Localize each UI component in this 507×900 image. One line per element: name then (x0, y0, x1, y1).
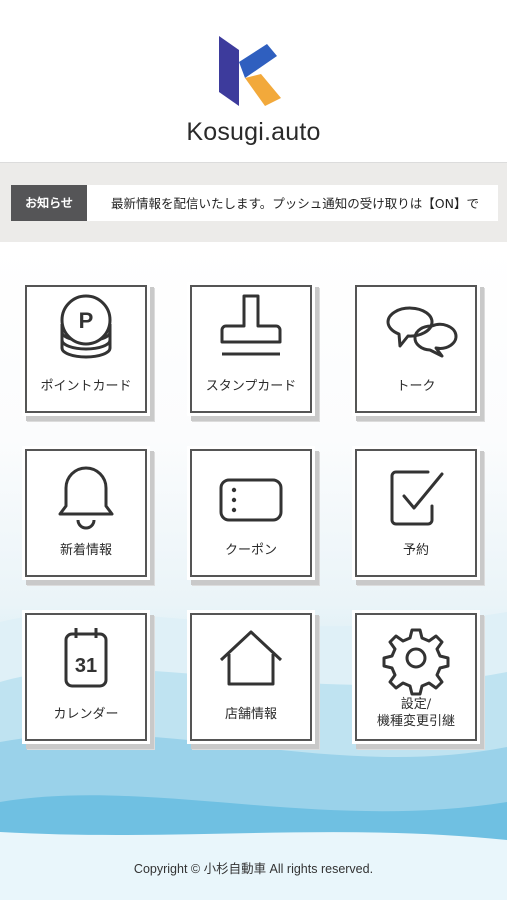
menu-label-line2: 機種変更引継 (376, 714, 455, 729)
chat-bubbles-icon (386, 306, 458, 358)
checkbox-icon (390, 470, 444, 526)
menu-label: スタンプカード (205, 379, 297, 394)
menu-news[interactable]: 新着情報 (22, 446, 150, 580)
menu-label: カレンダー (53, 707, 119, 722)
menu-label: クーポン (224, 543, 277, 558)
menu-area: P ポイントカード スタンプカード トーク 新着情報 クーポン 予約 31 カレ… (0, 242, 507, 900)
menu-label: ポイントカード (40, 379, 132, 394)
menu-store-info[interactable]: 店舗情報 (187, 610, 315, 744)
brand-name: Kosugi.auto (186, 118, 321, 146)
menu-label: 設定/ 機種変更引継 (352, 696, 480, 730)
app-header: Kosugi.auto (0, 0, 507, 160)
menu-label: 予約 (402, 543, 429, 558)
menu-label: 店舗情報 (224, 707, 277, 722)
house-icon (219, 630, 283, 686)
point-coins-icon: P (60, 294, 112, 359)
menu-settings-transfer[interactable]: 設定/ 機種変更引継 (352, 610, 480, 744)
calendar-day: 31 (75, 655, 97, 677)
menu-label: 新着情報 (59, 543, 112, 558)
menu-label: トーク (396, 379, 436, 394)
menu-talk[interactable]: トーク (352, 282, 480, 416)
calendar-icon: 31 (64, 628, 108, 688)
menu-stamp-card[interactable]: スタンプカード (187, 282, 315, 416)
stamp-icon (220, 294, 282, 356)
news-section: お知らせ 最新情報を配信いたします。プッシュ通知の受け取りは【ON】で (0, 162, 507, 243)
menu-calendar[interactable]: 31 カレンダー (22, 610, 150, 744)
coupon-ticket-icon (219, 478, 283, 522)
news-ticker[interactable]: お知らせ 最新情報を配信いたします。プッシュ通知の受け取りは【ON】で (11, 185, 498, 221)
bell-icon (58, 466, 114, 530)
gear-icon (382, 628, 450, 696)
menu-reservation[interactable]: 予約 (352, 446, 480, 580)
svg-text:P: P (79, 308, 94, 333)
kosugi-logo-icon (219, 36, 281, 106)
news-text: 最新情報を配信いたします。プッシュ通知の受け取りは【ON】で (111, 196, 479, 211)
copyright-footer: Copyright © 小杉自動車 All rights reserved. (133, 862, 374, 876)
menu-point-card[interactable]: P ポイントカード (22, 282, 150, 416)
menu-coupon[interactable]: クーポン (187, 446, 315, 580)
menu-label-line1: 設定/ (400, 697, 432, 712)
news-tag: お知らせ (11, 185, 87, 221)
